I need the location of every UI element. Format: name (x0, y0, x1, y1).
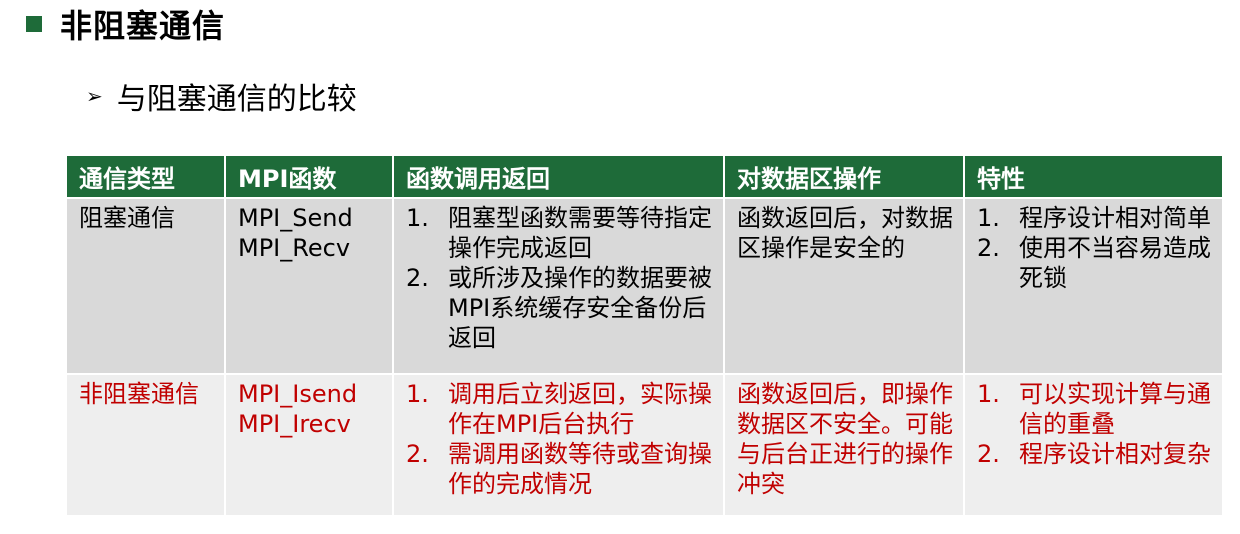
header-mpi-function: MPI函数 (225, 156, 394, 198)
cell-functions: MPI_Send MPI_Recv (225, 197, 394, 374)
list-item: 2. 或所涉及操作的数据要被MPI系统缓存安全备份后返回 (406, 264, 712, 352)
features-list: 1. 程序设计相对简单 2. 使用不当容易造成死锁 (977, 203, 1214, 293)
list-item: 1. 调用后立刻返回，实际操作在MPI后台执行 (406, 380, 712, 438)
function-name: MPI_Irecv (238, 410, 351, 438)
features-list: 1. 可以实现计算与通信的重叠 2. 程序设计相对复杂 (977, 379, 1214, 469)
function-name: MPI_Send (238, 204, 353, 232)
arrow-bullet-icon: ➢ (86, 84, 103, 108)
subtitle-text: 与阻塞通信的比较 (116, 82, 357, 117)
title-text: 非阻塞通信 (60, 7, 226, 45)
function-name: MPI_Recv (238, 234, 351, 262)
header-call-return: 函数调用返回 (393, 156, 725, 198)
list-item: 2. 程序设计相对复杂 (977, 440, 1211, 468)
header-features: 特性 (964, 156, 1222, 198)
list-item: 2. 需调用函数等待或查询操作的完成情况 (406, 440, 712, 498)
list-item: 1. 阻塞型函数需要等待指定操作完成返回 (406, 204, 712, 262)
return-list: 1. 调用后立刻返回，实际操作在MPI后台执行 2. 需调用函数等待或查询操作的… (406, 379, 715, 499)
subtitle: ➢ 与阻塞通信的比较 (86, 74, 357, 118)
cell-functions: MPI_Isend MPI_Irecv (225, 373, 394, 515)
table-row: 阻塞通信 MPI_Send MPI_Recv 1. 阻塞型函数需要等待指定操作完… (67, 197, 1222, 374)
header-comm-type: 通信类型 (67, 156, 226, 198)
cell-type: 非阻塞通信 (67, 373, 226, 515)
cell-return: 1. 调用后立刻返回，实际操作在MPI后台执行 2. 需调用函数等待或查询操作的… (393, 373, 725, 515)
header-data-operation: 对数据区操作 (724, 156, 965, 198)
comparison-table: 通信类型 MPI函数 函数调用返回 对数据区操作 特性 阻塞通信 MPI_Sen… (67, 156, 1222, 515)
cell-data-op: 函数返回后，对数据区操作是安全的 (724, 197, 965, 374)
cell-features: 1. 可以实现计算与通信的重叠 2. 程序设计相对复杂 (964, 373, 1222, 515)
return-list: 1. 阻塞型函数需要等待指定操作完成返回 2. 或所涉及操作的数据要被MPI系统… (406, 203, 715, 353)
list-item: 1. 程序设计相对简单 (977, 204, 1211, 232)
function-name: MPI_Isend (238, 380, 358, 408)
list-item: 1. 可以实现计算与通信的重叠 (977, 380, 1211, 438)
cell-data-op: 函数返回后，即操作数据区不安全。可能与后台正进行的操作冲突 (724, 373, 965, 515)
cell-return: 1. 阻塞型函数需要等待指定操作完成返回 2. 或所涉及操作的数据要被MPI系统… (393, 197, 725, 374)
slide-title: 非阻塞通信 (26, 4, 226, 45)
table-row: 非阻塞通信 MPI_Isend MPI_Irecv 1. 调用后立刻返回，实际操… (67, 373, 1222, 515)
square-bullet-icon (26, 16, 42, 32)
list-item: 2. 使用不当容易造成死锁 (977, 234, 1211, 292)
table-header-row: 通信类型 MPI函数 函数调用返回 对数据区操作 特性 (67, 156, 1222, 198)
cell-type: 阻塞通信 (67, 197, 226, 374)
cell-features: 1. 程序设计相对简单 2. 使用不当容易造成死锁 (964, 197, 1222, 374)
